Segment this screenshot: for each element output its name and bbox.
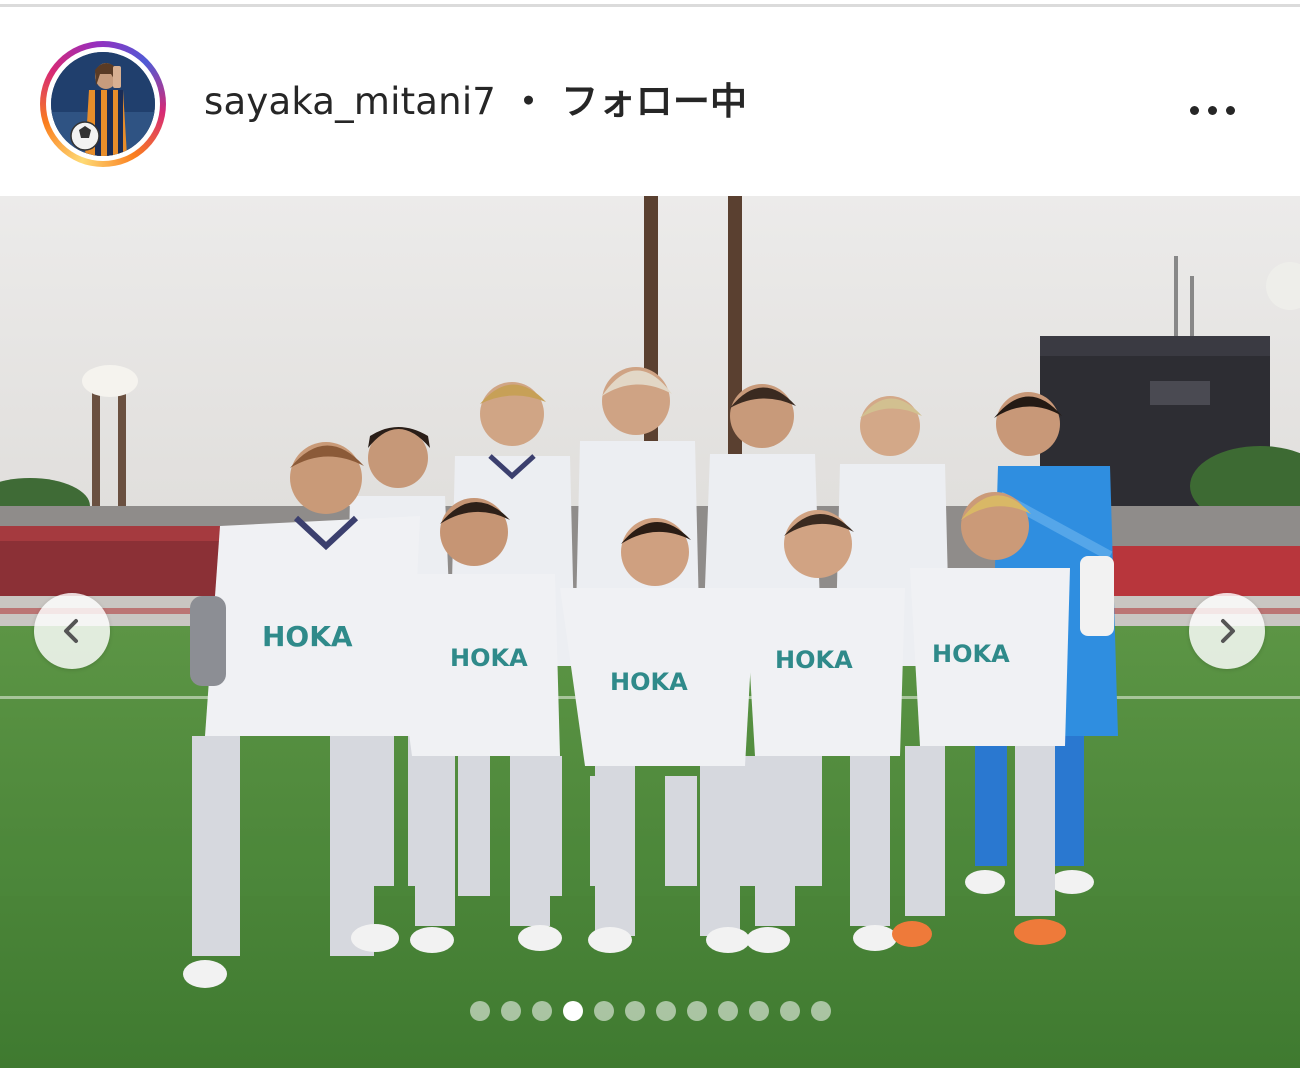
top-divider [0, 4, 1300, 7]
carousel-dot [686, 1001, 707, 1021]
avatar-image [51, 52, 155, 156]
avatar[interactable] [51, 52, 155, 156]
svg-text:HOKA: HOKA [932, 640, 1010, 668]
carousel-next-button[interactable] [1189, 593, 1265, 669]
chevron-right-icon [1221, 619, 1235, 643]
following-button[interactable]: フォロー中 [561, 80, 747, 123]
svg-text:HOKA: HOKA [775, 646, 853, 674]
more-options-button[interactable] [1180, 90, 1244, 130]
carousel-dot [593, 1001, 614, 1021]
carousel-dot [562, 1001, 583, 1021]
carousel-dot [717, 1001, 738, 1021]
svg-text:HOKA: HOKA [450, 644, 528, 672]
svg-text:HOKA: HOKA [610, 668, 688, 696]
more-horizontal-icon [1189, 105, 1199, 115]
carousel-dot [469, 1001, 490, 1021]
username-link[interactable]: sayaka_mitani7 [204, 80, 496, 123]
chevron-left-icon [64, 619, 78, 643]
svg-text:HOKA: HOKA [262, 620, 353, 653]
carousel-dot [655, 1001, 676, 1021]
carousel-dot [779, 1001, 800, 1021]
story-ring[interactable] [40, 41, 166, 167]
separator-dot: ・ [510, 80, 548, 123]
post-photo[interactable]: HOKA HOKA HOKA HOKA HOKA [0, 196, 1300, 1068]
carousel-dot [810, 1001, 831, 1021]
username-line: sayaka_mitani7 ・フォロー中 [204, 80, 747, 124]
carousel-dot [500, 1001, 521, 1021]
team-photo-image: HOKA HOKA HOKA HOKA HOKA [0, 196, 1300, 1068]
post-header: sayaka_mitani7 ・フォロー中 [0, 8, 1300, 196]
carousel-prev-button[interactable] [34, 593, 110, 669]
carousel-dot [748, 1001, 769, 1021]
carousel-dot [531, 1001, 552, 1021]
carousel-indicator [0, 1001, 1300, 1021]
carousel-dot [624, 1001, 645, 1021]
